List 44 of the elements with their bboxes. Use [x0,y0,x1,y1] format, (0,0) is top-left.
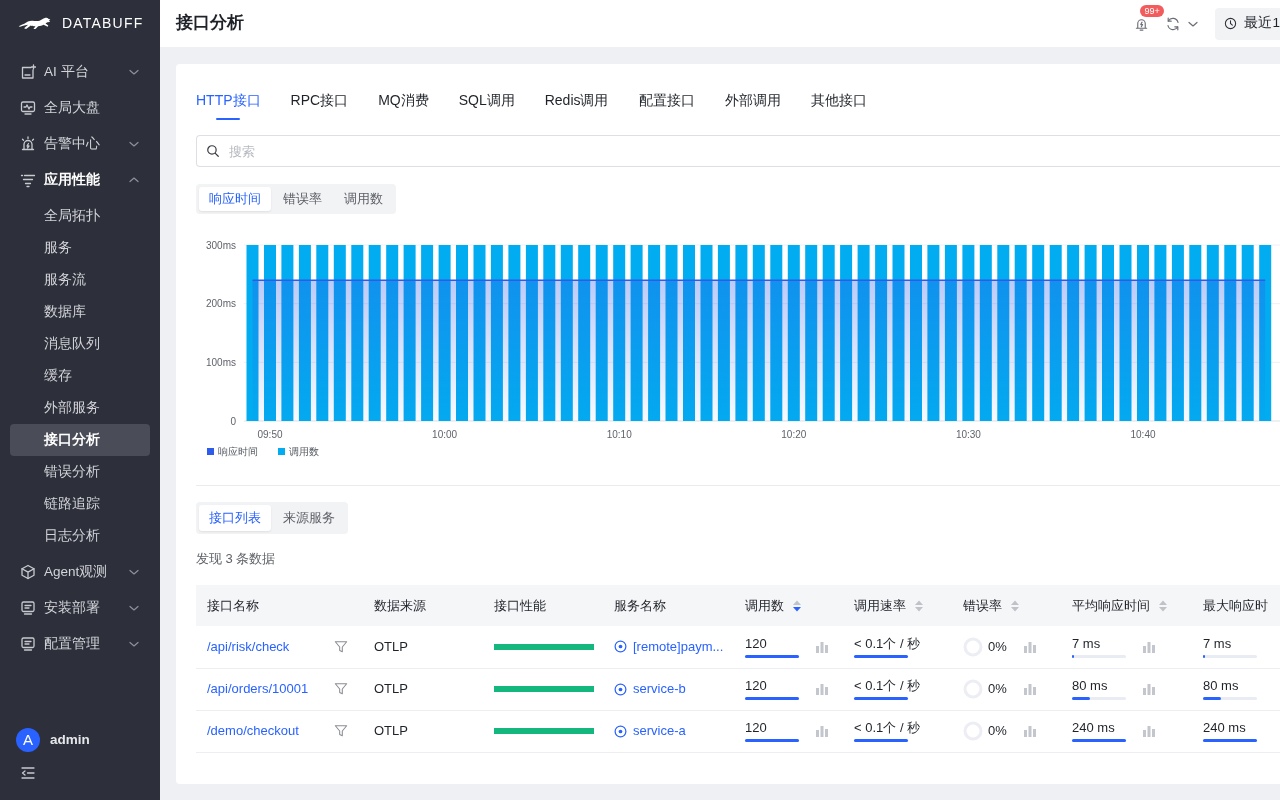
metric-value: < 0.1个 / 秒 [854,635,921,652]
column-header: 调用速率 [854,596,906,615]
axis-label: 300ms [206,239,236,251]
column-header: 错误率 [963,596,1002,615]
metric-value: 80 ms [1203,678,1239,694]
axis-label: 200ms [206,298,236,310]
table-cell: OTLP [363,710,483,752]
table-cell: OTLP [363,626,483,668]
axis-label: 09:50 [257,429,283,440]
column-header: 接口名称 [196,585,363,626]
metric-value: 0% [988,638,1007,656]
metric-value: 240 ms [1203,720,1246,736]
column-header: 平均响应时间 [1072,596,1150,615]
axis-label: 10:00 [432,429,458,440]
metric-value: 0% [988,722,1007,741]
legend-label: 调用数 [289,444,319,459]
legend-label: 响应时间 [218,444,258,459]
metric-value: 120 [745,720,767,736]
axis-label: 10:30 [955,429,981,440]
page-title: 接口分析 [176,13,244,34]
notification-badge: 99+ [1140,4,1164,17]
axis-label: 100ms [206,356,236,368]
metric-value: 80 ms [1072,678,1108,694]
metric-value: < 0.1个 / 秒 [854,678,921,694]
metric-value: 7 ms [1203,635,1232,652]
axis-label: 10:40 [1130,429,1156,440]
result-count: 发现 3 条数据 [196,550,277,568]
metric-value: < 0.1个 / 秒 [854,720,921,736]
axis-label: 10:10 [606,429,632,440]
user-name: admin [50,730,90,749]
column-header: 调用数 [745,596,784,615]
column-header: 数据来源 [363,585,483,626]
metric-value: 0% [988,680,1007,699]
column-header: 服务名称 [603,585,734,626]
column-header: 最大响应时 [1192,585,1280,626]
column-header: 接口性能 [483,585,603,626]
axis-label: 0 [230,415,236,427]
axis-label: 10:20 [781,429,807,440]
metric-value: 120 [745,635,767,652]
metric-value: 7 ms [1072,635,1101,652]
brand-name: DATABUFF [62,14,144,33]
metric-value: 120 [745,678,767,694]
metric-value: 240 ms [1072,720,1115,736]
table-cell: OTLP [363,668,483,710]
